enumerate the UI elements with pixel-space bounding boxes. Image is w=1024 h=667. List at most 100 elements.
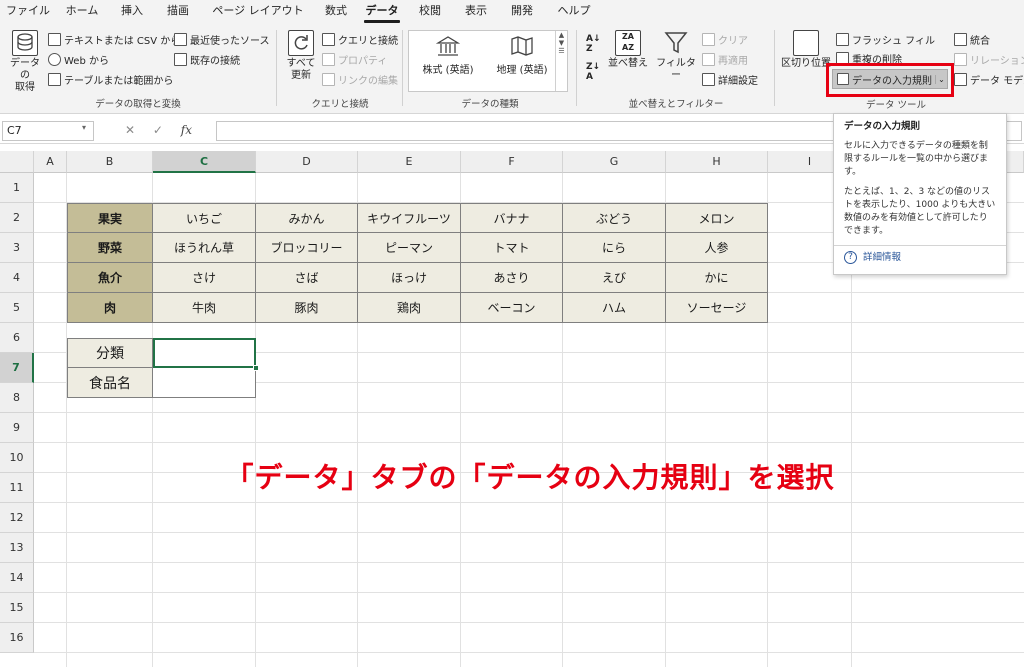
item-cell[interactable]: えび (563, 263, 666, 293)
category-cell[interactable]: 野菜 (67, 233, 153, 263)
item-cell[interactable]: ブロッコリー (256, 233, 358, 263)
chevron-down-icon[interactable]: ▾ (82, 123, 86, 132)
sort-button[interactable]: ZA AZ 並べ替え (606, 30, 650, 70)
item-cell[interactable]: ハム (563, 293, 666, 323)
column-header-d[interactable]: D (256, 151, 358, 173)
item-cell[interactable]: ベーコン (461, 293, 563, 323)
data-model-button[interactable]: データ モデルの (954, 72, 1024, 87)
column-header-a[interactable]: A (34, 151, 67, 173)
tooltip-more-info-link[interactable]: ? 詳細情報 (844, 251, 996, 264)
insert-function-icon[interactable]: fx (181, 123, 192, 137)
tab-home[interactable]: ホーム (60, 0, 104, 24)
tab-formulas[interactable]: 数式 (318, 0, 354, 24)
item-cell[interactable]: 豚肉 (256, 293, 358, 323)
item-cell[interactable]: トマト (461, 233, 563, 263)
item-cell[interactable]: ソーセージ (666, 293, 768, 323)
item-cell[interactable]: いちご (153, 203, 256, 233)
tab-view[interactable]: 表示 (458, 0, 494, 24)
recent-sources-button[interactable]: 最近使ったソース (174, 32, 270, 47)
text-to-columns-button[interactable]: 区切り位置 (780, 30, 832, 70)
label-food-name: 食品名 (67, 368, 153, 398)
tab-file[interactable]: ファイル (6, 0, 50, 24)
row-header-16[interactable]: 16 (0, 623, 34, 653)
item-cell[interactable]: ぶどう (563, 203, 666, 233)
relationships-button[interactable]: リレーションシ (954, 52, 1024, 67)
item-cell[interactable]: みかん (256, 203, 358, 233)
item-cell[interactable]: 鶏肉 (358, 293, 461, 323)
row-header-2[interactable]: 2 (0, 203, 34, 233)
item-cell[interactable]: メロン (666, 203, 768, 233)
from-web-button[interactable]: Web から (48, 52, 109, 67)
column-header-h[interactable]: H (666, 151, 768, 173)
enter-icon[interactable]: ✓ (153, 123, 163, 137)
row-header-9[interactable]: 9 (0, 413, 34, 443)
queries-connections-button[interactable]: クエリと接続 (322, 32, 398, 47)
filter-button[interactable]: フィルター (654, 30, 698, 82)
item-cell[interactable]: ほっけ (358, 263, 461, 293)
item-cell[interactable]: かに (666, 263, 768, 293)
row-header-10[interactable]: 10 (0, 443, 34, 473)
category-cell[interactable]: 肉 (67, 293, 153, 323)
sort-descending-button[interactable]: Z↓ A (586, 62, 600, 82)
geography-button[interactable]: 地理 (英語) (487, 35, 557, 76)
item-cell[interactable]: 人参 (666, 233, 768, 263)
item-cell[interactable]: キウイフルーツ (358, 203, 461, 233)
from-table-range-button[interactable]: テーブルまたは範囲から (48, 72, 173, 87)
row-header-15[interactable]: 15 (0, 593, 34, 623)
tab-insert[interactable]: 挿入 (114, 0, 150, 24)
tab-review[interactable]: 校閲 (412, 0, 448, 24)
row-header-12[interactable]: 12 (0, 503, 34, 533)
row-header-13[interactable]: 13 (0, 533, 34, 563)
input-food-name[interactable] (153, 368, 256, 398)
tab-draw[interactable]: 描画 (160, 0, 196, 24)
item-cell[interactable]: さば (256, 263, 358, 293)
item-cell[interactable]: ほうれん草 (153, 233, 256, 263)
gallery-scroll[interactable]: ▲ ▼ ☰ (555, 31, 567, 91)
row-header-5[interactable]: 5 (0, 293, 34, 323)
stocks-button[interactable]: 株式 (英語) (413, 35, 483, 76)
column-header-f[interactable]: F (461, 151, 563, 173)
item-cell[interactable]: バナナ (461, 203, 563, 233)
row-header-3[interactable]: 3 (0, 233, 34, 263)
column-header-e[interactable]: E (358, 151, 461, 173)
category-cell[interactable]: 果実 (67, 203, 153, 233)
column-header-g[interactable]: G (563, 151, 666, 173)
row-header-11[interactable]: 11 (0, 473, 34, 503)
row-header-4[interactable]: 4 (0, 263, 34, 293)
get-data-button[interactable]: データの 取得 (6, 30, 44, 94)
tab-page-layout[interactable]: ページ レイアウト (208, 0, 308, 24)
name-box[interactable]: C7 (2, 121, 94, 141)
item-cell[interactable]: あさり (461, 263, 563, 293)
row-header-7[interactable]: 7 (0, 353, 34, 383)
refresh-all-button[interactable]: すべて 更新 (282, 30, 320, 82)
reapply-button[interactable]: 再適用 (702, 52, 748, 67)
edit-links-button[interactable]: リンクの編集 (322, 72, 398, 87)
cancel-icon[interactable]: ✕ (125, 123, 135, 137)
row-header-6[interactable]: 6 (0, 323, 34, 353)
sort-ascending-button[interactable]: A↓ Z (586, 34, 601, 54)
row-header-14[interactable]: 14 (0, 563, 34, 593)
select-all-corner[interactable] (0, 151, 34, 173)
properties-icon (322, 53, 335, 66)
row-header-1[interactable]: 1 (0, 173, 34, 203)
properties-button[interactable]: プロパティ (322, 52, 387, 67)
from-text-csv-button[interactable]: テキストまたは CSV から (48, 32, 180, 47)
reapply-icon (702, 53, 715, 66)
tab-help[interactable]: ヘルプ (552, 0, 596, 24)
column-header-b[interactable]: B (67, 151, 153, 173)
consolidate-button[interactable]: 統合 (954, 32, 990, 47)
clear-button[interactable]: クリア (702, 32, 748, 47)
existing-connections-button[interactable]: 既存の接続 (174, 52, 240, 67)
item-cell[interactable]: にら (563, 233, 666, 263)
item-cell[interactable]: 牛肉 (153, 293, 256, 323)
row-header-8[interactable]: 8 (0, 383, 34, 413)
flash-fill-button[interactable]: フラッシュ フィル (836, 32, 935, 47)
item-cell[interactable]: さけ (153, 263, 256, 293)
fill-handle[interactable] (253, 365, 259, 371)
category-cell[interactable]: 魚介 (67, 263, 153, 293)
column-header-c[interactable]: C (153, 151, 256, 173)
tab-data[interactable]: データ (362, 0, 402, 24)
tab-developer[interactable]: 開発 (504, 0, 540, 24)
item-cell[interactable]: ピーマン (358, 233, 461, 263)
advanced-filter-button[interactable]: 詳細設定 (702, 72, 758, 87)
